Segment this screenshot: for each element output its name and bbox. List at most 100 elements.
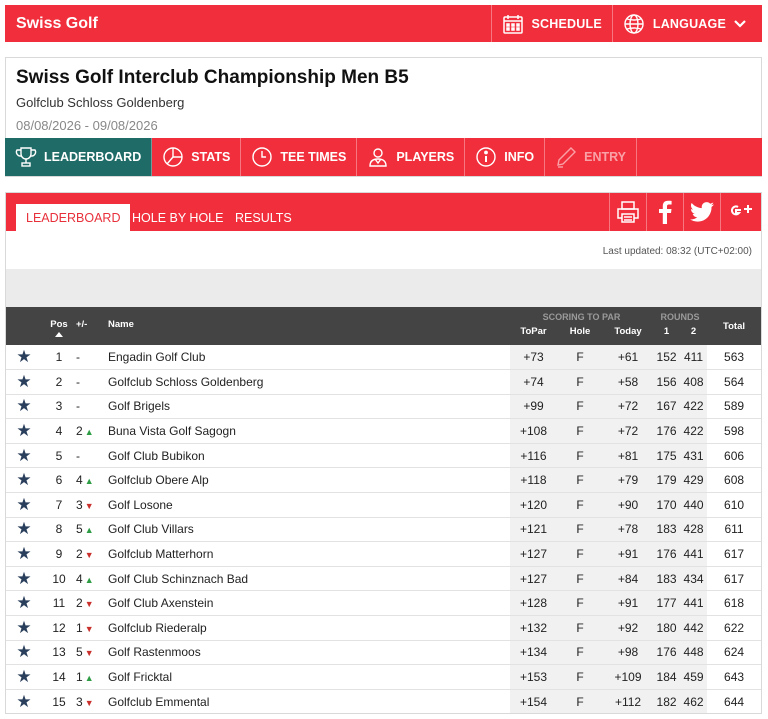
col-pos[interactable]: Pos — [42, 307, 76, 345]
cell-move: - — [76, 345, 102, 371]
tab-stats[interactable]: STATS — [152, 138, 242, 176]
table-row[interactable]: ★ 1- Engadin Golf Club +73 F +61 152 411 563 — [6, 345, 761, 371]
tab-entry-label: ENTRY — [584, 150, 627, 164]
table-row[interactable]: ★ 8 5 ▲ Golf Club Villars +121 F +78 183 428 611 — [6, 517, 761, 543]
subtab-results[interactable]: RESULTS — [225, 204, 302, 231]
col-name[interactable]: Name — [102, 307, 510, 345]
cell-name[interactable]: Golf Club Bubikon — [102, 443, 510, 469]
tab-tee-times[interactable]: TEE TIMES — [241, 138, 358, 176]
favorite-star-icon[interactable]: ★ — [6, 418, 42, 444]
favorite-star-icon[interactable]: ★ — [6, 615, 42, 641]
table-row[interactable]: ★ 12 1 ▼ Golfclub Riederalp +132 F +92 180 442 622 — [6, 615, 761, 641]
cell-move: 5 ▼ — [76, 640, 102, 666]
app-title[interactable]: Swiss Golf — [5, 15, 491, 33]
cell-name[interactable]: Golfclub Obere Alp — [102, 467, 510, 494]
leaderboard-table: Pos +/- Name SCORING TO PAR ToPar Hole T… — [6, 307, 761, 713]
cell-today: +91 — [603, 541, 654, 567]
google-plus-share-button[interactable] — [720, 193, 761, 231]
tab-players[interactable]: PLAYERS — [357, 138, 466, 176]
facebook-share-button[interactable] — [646, 193, 682, 231]
cell-name[interactable]: Engadin Golf Club — [102, 345, 510, 371]
favorite-star-icon[interactable]: ★ — [6, 541, 42, 567]
table-row[interactable]: ★ 2- Golfclub Schloss Goldenberg +74 F +58 156… — [6, 369, 761, 395]
favorite-star-icon[interactable]: ★ — [6, 369, 42, 395]
favorite-star-icon[interactable]: ★ — [6, 467, 42, 494]
favorite-star-icon[interactable]: ★ — [6, 664, 42, 690]
cell-name[interactable]: Golfclub Emmental — [102, 689, 510, 713]
table-row[interactable]: ★ 4 2 ▲ Buna Vista Golf Sagogn +108 F +72 176 422… — [6, 418, 761, 444]
cell-round-2: 440 — [680, 492, 708, 518]
clock-icon — [252, 147, 273, 167]
col-topar-label[interactable]: ToPar — [510, 326, 557, 337]
cell-hole: F — [557, 517, 603, 543]
favorite-star-icon[interactable]: ★ — [6, 492, 42, 518]
favorite-star-icon[interactable]: ★ — [6, 345, 42, 371]
tab-info[interactable]: INFO — [465, 138, 546, 176]
twitter-share-button[interactable] — [683, 193, 719, 231]
cell-name[interactable]: Golfclub Matterhorn — [102, 541, 510, 567]
table-row[interactable]: ★ 13 5 ▼ Golf Rastenmoos +134 F +98 176 448 624 — [6, 640, 761, 666]
cell-name[interactable]: Golf Club Villars — [102, 517, 510, 543]
col-round-2-label[interactable]: 2 — [680, 326, 707, 337]
col-total-label: Total — [723, 321, 746, 332]
cell-name[interactable]: Golf Losone — [102, 492, 510, 518]
tab-leaderboard[interactable]: LEADERBOARD — [5, 138, 153, 176]
cell-name[interactable]: Golfclub Schloss Goldenberg — [102, 369, 510, 395]
cell-pos: 3 — [42, 394, 76, 420]
table-row[interactable]: ★ 11 2 ▼ Golf Club Axenstein +128 F +91 177 441 61… — [6, 590, 761, 617]
col-hole-label[interactable]: Hole — [557, 326, 603, 337]
table-row[interactable]: ★ 5- Golf Club Bubikon +116 F +81 175 431 606 — [6, 443, 761, 469]
cell-name[interactable]: Golf Club Schinznach Bad — [102, 566, 510, 592]
cell-pos: 8 — [42, 517, 76, 543]
col-total[interactable]: Total — [707, 307, 761, 345]
cell-name[interactable]: Golf Brigels — [102, 394, 510, 420]
favorite-star-icon[interactable]: ★ — [6, 566, 42, 592]
schedule-button[interactable]: SCHEDULE — [490, 5, 612, 42]
cell-name[interactable]: Golf Fricktal — [102, 664, 510, 690]
subtab-hole-by-hole[interactable]: HOLE BY HOLE — [122, 204, 233, 231]
cell-total: 622 — [707, 615, 761, 641]
tab-entry[interactable]: ENTRY — [545, 138, 638, 176]
favorite-star-icon[interactable]: ★ — [6, 394, 42, 420]
cell-move-value: 5 — [76, 645, 83, 660]
cell-round-1: 184 — [653, 664, 681, 690]
table-row[interactable]: ★ 3- Golf Brigels +99 F +72 167 422 589 — [6, 394, 761, 420]
cell-move-value: - — [76, 374, 80, 389]
cell-round-2: 434 — [680, 566, 708, 592]
language-button[interactable]: LANGUAGE — [611, 5, 762, 42]
col-round-1-label[interactable]: 1 — [653, 326, 680, 337]
table-row[interactable]: ★ 6 4 ▲ Golfclub Obere Alp +118 F +79 179 429 608 — [6, 467, 761, 494]
cell-round-1: 176 — [653, 541, 681, 567]
cell-round-1: 152 — [653, 345, 681, 371]
cell-pos: 11 — [42, 590, 76, 617]
cell-name[interactable]: Golf Club Axenstein — [102, 590, 510, 617]
favorite-star-icon[interactable]: ★ — [6, 517, 42, 543]
table-row[interactable]: ★ 9 2 ▼ Golfclub Matterhorn +127 F +91 176 441 617 — [6, 541, 761, 567]
cell-pos: 2 — [42, 369, 76, 395]
print-button[interactable] — [609, 193, 645, 231]
subtab-leaderboard[interactable]: LEADERBOARD — [16, 204, 131, 231]
cell-name[interactable]: Buna Vista Golf Sagogn — [102, 418, 510, 444]
cell-today: +91 — [603, 590, 654, 617]
favorite-star-icon[interactable]: ★ — [6, 689, 42, 713]
cell-name[interactable]: Golfclub Riederalp — [102, 615, 510, 641]
table-row[interactable]: ★ 7 3 ▼ Golf Losone +120 F +90 170 440 610 — [6, 492, 761, 518]
cell-today: +92 — [603, 615, 654, 641]
cell-move: 4 ▲ — [76, 566, 102, 592]
sub-tab-bar: LEADERBOARD HOLE BY HOLE RESULTS — [6, 193, 761, 231]
col-today-label[interactable]: Today — [603, 326, 653, 337]
col-move[interactable]: +/- — [76, 307, 102, 345]
cell-total: 606 — [707, 443, 761, 469]
table-row[interactable]: ★ 15 3 ▼ Golfclub Emmental +154 F +112 182 462 644 — [6, 689, 761, 713]
favorite-star-icon[interactable]: ★ — [6, 590, 42, 617]
calendar-icon — [502, 14, 523, 34]
favorite-star-icon[interactable]: ★ — [6, 640, 42, 666]
cell-move-value: - — [76, 448, 80, 463]
favorite-star-icon[interactable]: ★ — [6, 443, 42, 469]
table-row[interactable]: ★ 10 4 ▲ Golf Club Schinznach Bad +127 F +84 183… — [6, 566, 761, 592]
cell-topar: +132 — [510, 615, 557, 641]
table-row[interactable]: ★ 14 1 ▲ Golf Fricktal +153 F +109 184 459 643 — [6, 664, 761, 690]
cell-today: +109 — [603, 664, 654, 690]
cell-name[interactable]: Golf Rastenmoos — [102, 640, 510, 666]
cell-today: +72 — [603, 418, 654, 444]
